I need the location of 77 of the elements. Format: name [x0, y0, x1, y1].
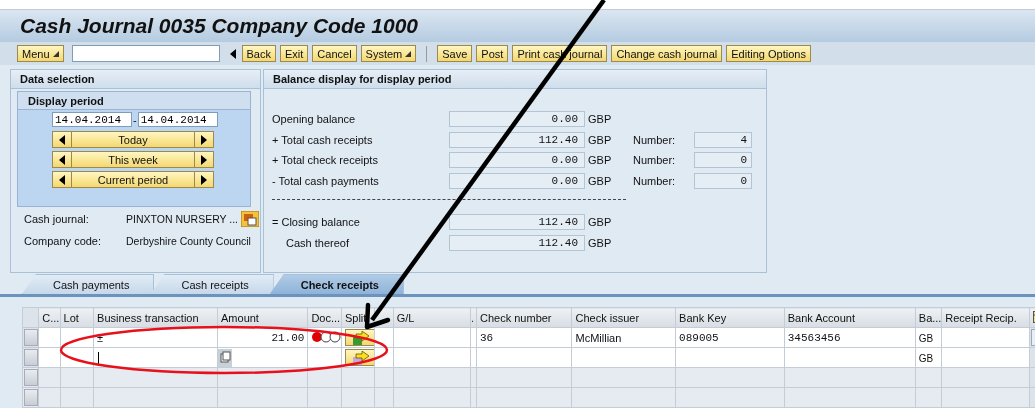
previous-button[interactable]	[52, 151, 72, 168]
previous-button[interactable]	[52, 171, 72, 188]
window-title: Cash Journal 0035 Company Code 1000	[20, 14, 418, 38]
toolbar-button[interactable]: Post	[476, 45, 509, 62]
amount-field: 112.40	[449, 131, 585, 148]
tab[interactable]: Cash receipts	[150, 274, 274, 294]
toolbar-button[interactable]: System	[360, 45, 417, 62]
group-header: Display period	[18, 92, 250, 110]
next-button[interactable]	[194, 131, 214, 148]
date-field[interactable]: 14.04.2014	[137, 112, 218, 127]
field-label: Cash journal:	[24, 212, 90, 225]
toolbar-button[interactable]: Save	[437, 45, 473, 62]
currency-label: GBP	[587, 113, 613, 126]
amount-field: 0.00	[449, 152, 585, 169]
amount-field: 112.40	[449, 234, 585, 251]
triangle-left-icon[interactable]	[229, 48, 236, 59]
menu-button[interactable]: Menu	[17, 45, 64, 62]
table-cell: 36	[480, 332, 494, 344]
amount-field: 112.40	[449, 214, 585, 231]
dropdown-icon	[405, 50, 412, 57]
table-cell: McMillian	[575, 331, 622, 344]
number-field: 0	[694, 152, 752, 169]
amount-field: 0.00	[449, 111, 585, 128]
triangle-right-icon	[201, 174, 207, 185]
table-cell: GB	[918, 332, 934, 344]
panel-header: Data selection	[11, 70, 260, 89]
field-value: PINXTON NURSERY ...	[126, 212, 239, 225]
next-button[interactable]	[194, 151, 214, 168]
number-field: 4	[694, 131, 752, 148]
number-label: Number:	[633, 133, 677, 146]
toolbar-button[interactable]: Change cash journal	[611, 45, 723, 62]
panel-header: Balance display for display period	[264, 70, 766, 89]
command-field[interactable]	[71, 45, 220, 62]
period-button[interactable]: Today	[72, 131, 194, 148]
balance-label: - Total cash payments	[272, 174, 380, 187]
dropdown-icon	[52, 50, 59, 57]
triangle-right-icon	[201, 134, 207, 145]
field-label: Company code:	[24, 234, 103, 247]
date-field[interactable]: 14.04.2014	[52, 112, 132, 127]
window-icon[interactable]	[241, 210, 260, 227]
table-cell: ±	[97, 331, 104, 344]
table-cell: 21.00	[271, 331, 305, 344]
value-help-icon[interactable]	[218, 348, 232, 367]
currency-label: GBP	[587, 236, 613, 249]
currency-label: GBP	[587, 154, 613, 167]
balance-label: Opening balance	[272, 113, 357, 126]
currency-label: GBP	[587, 216, 613, 229]
triangle-left-icon	[59, 174, 65, 185]
period-button[interactable]: This week	[72, 151, 194, 168]
tab[interactable]: Check receipts	[269, 274, 404, 294]
balance-label: = Closing balance	[272, 216, 361, 229]
table-cell: 089005	[679, 332, 719, 344]
balance-label: Cash thereof	[285, 236, 350, 249]
toolbar-button[interactable]: Exit	[280, 45, 309, 62]
column-header[interactable]: G/L	[396, 311, 415, 324]
table-cell: 34563456	[787, 332, 841, 344]
triangle-left-icon	[59, 134, 65, 145]
field-value: Derbyshire County Council	[126, 234, 251, 247]
previous-button[interactable]	[52, 131, 72, 148]
toolbar-button[interactable]: Cancel	[312, 45, 357, 62]
toolbar-button[interactable]: Back	[241, 45, 276, 62]
range-separator: -	[133, 113, 137, 126]
amount-field: 0.00	[449, 172, 585, 189]
currency-label: GBP	[587, 174, 613, 187]
balance-label: + Total cash receipts	[272, 133, 374, 146]
period-button[interactable]: Current period	[72, 171, 194, 188]
number-label: Number:	[633, 154, 677, 167]
number-field: 0	[694, 172, 752, 189]
next-button[interactable]	[194, 171, 214, 188]
table-cell: GB	[918, 352, 934, 364]
toolbar-button[interactable]: Editing Options	[726, 45, 811, 62]
tab[interactable]: Cash payments	[22, 274, 155, 294]
triangle-right-icon	[201, 154, 207, 165]
number-label: Number:	[633, 174, 677, 187]
balance-label: + Total check receipts	[272, 154, 379, 167]
triangle-left-icon	[59, 154, 65, 165]
currency-label: GBP	[587, 133, 613, 146]
